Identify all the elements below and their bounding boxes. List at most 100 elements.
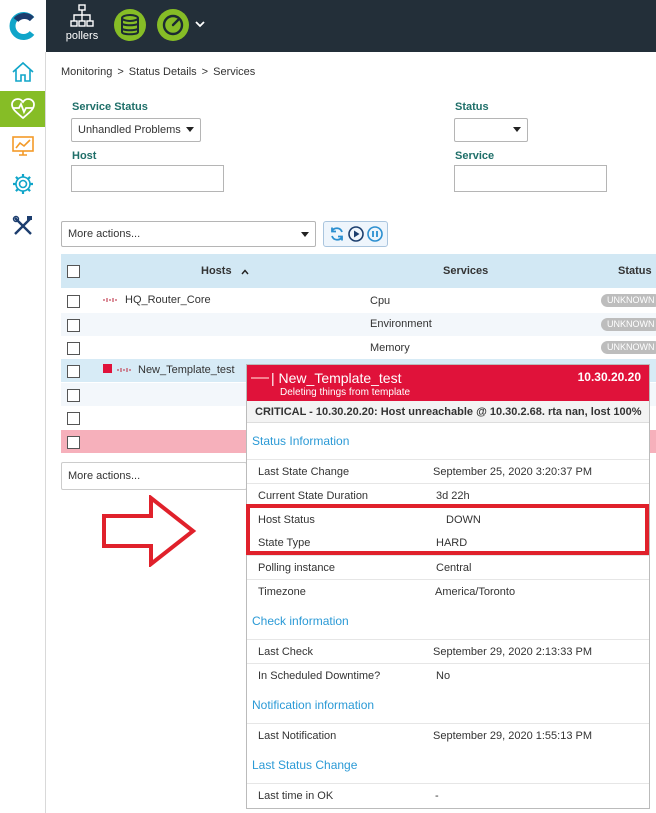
row-checkbox[interactable] [67,295,80,308]
field-label: Current State Duration [258,490,369,502]
section-notification-information: Notification information [252,698,375,712]
row-checkbox[interactable] [67,365,80,378]
sort-up-icon[interactable] [241,269,249,275]
table-row[interactable]: Memory UNKNOWN [61,336,656,359]
gear-icon [12,174,33,194]
popup-ip: 10.30.20.20 [577,370,641,384]
breadcrumb: Monitoring > Status Details > Services [61,66,255,78]
more-actions-select-bottom[interactable]: More actions... [61,462,247,490]
host-name[interactable]: HQ_Router_Core [125,294,211,306]
field-timezone: Timezone America/Toronto [247,579,649,604]
pollers-icon [70,4,94,27]
breadcrumb-item[interactable]: Monitoring [61,66,112,78]
service-filter-label: Service [455,150,495,162]
field-label: Polling instance [258,562,336,574]
host-details-popup: | New_Template_test Deleting things from… [246,364,650,809]
field-value: No [436,670,451,682]
sidebar-item-administration[interactable] [0,208,45,244]
host-down-indicator [103,364,112,373]
gauge-icon[interactable] [157,9,189,41]
field-label: Timezone [258,586,306,598]
popup-output-summary: CRITICAL - 10.30.20.20: Host unreachable… [247,401,649,423]
sidebar-item-configuration[interactable] [0,166,45,202]
arrow-right-icon [102,495,197,567]
field-last-time-ok: Last time in OK - [247,783,649,808]
field-label: Last Check [258,646,314,658]
more-actions-select-top[interactable]: More actions... [61,221,316,247]
select-all-checkbox[interactable] [67,265,80,278]
status-badge: UNKNOWN [601,341,656,354]
service-name[interactable]: Environment [370,318,432,330]
popup-subtitle: Deleting things from template [280,387,411,398]
row-checkbox[interactable] [67,436,80,449]
breadcrumb-separator: > [201,66,209,78]
hosts-column-header[interactable]: Hosts [201,265,232,277]
logo-icon [9,12,35,40]
centreon-logo[interactable] [0,0,46,52]
status-column-header[interactable]: Status [618,265,652,277]
field-value: September 25, 2020 3:20:37 PM [433,466,592,478]
field-label: Last time in OK [258,790,334,802]
refresh-controls [323,221,388,247]
more-actions-label: More actions... [68,228,141,240]
database-icon[interactable] [114,9,146,41]
table-row[interactable]: HQ_Router_Core Cpu UNKNOWN [61,289,656,312]
field-value: 3d 22h [436,490,470,502]
breadcrumb-item[interactable]: Status Details [129,66,197,78]
status-select[interactable] [454,118,528,142]
service-name[interactable]: Cpu [370,295,390,307]
row-checkbox[interactable] [67,319,80,332]
home-icon [11,61,34,82]
pollers-button[interactable]: pollers [62,4,102,48]
refresh-icon[interactable] [329,226,345,242]
highlight-box [246,504,649,555]
sidebar-item-reporting[interactable] [0,128,45,164]
cisco-icon [103,298,117,302]
more-actions-label: More actions... [68,470,141,482]
table-header: Hosts Services Status [61,254,656,288]
host-name[interactable]: New_Template_test [138,364,235,376]
field-value: - [435,790,439,802]
field-label: Last State Change [258,466,350,478]
row-checkbox[interactable] [67,342,80,355]
services-column-header[interactable]: Services [443,265,488,277]
service-input[interactable] [454,165,607,192]
pause-icon[interactable] [366,226,383,242]
breadcrumb-item[interactable]: Services [213,66,255,78]
service-status-select[interactable]: Unhandled Problems [71,118,201,142]
row-checkbox[interactable] [67,412,80,425]
play-icon[interactable] [347,226,364,242]
status-badge: UNKNOWN [601,294,656,307]
sidebar [0,52,46,813]
sidebar-item-monitoring[interactable] [0,91,45,127]
host-input[interactable] [71,165,224,192]
service-status-value: Unhandled Problems [78,124,181,136]
table-row[interactable]: Environment UNKNOWN [61,313,656,336]
field-label: In Scheduled Downtime? [258,670,381,682]
field-value: Central [436,562,472,574]
field-scheduled-downtime: In Scheduled Downtime? No [247,663,649,688]
sidebar-item-home[interactable] [0,54,45,90]
chevron-down-icon [513,127,521,132]
breadcrumb-separator: > [117,66,124,78]
service-status-label: Service Status [72,101,148,113]
field-polling-instance: Polling instance Central [247,555,649,580]
chevron-down-icon [301,232,309,237]
section-last-status-change: Last Status Change [252,758,358,772]
row-checkbox[interactable] [67,389,80,402]
status-filter-label: Status [455,101,489,113]
section-status-information: Status Information [252,434,350,448]
field-last-state-change: Last State Change September 25, 2020 3:2… [247,459,649,484]
section-check-information: Check information [252,614,349,628]
heartbeat-icon [10,98,35,120]
field-label: Last Notification [258,730,337,742]
cisco-icon [117,368,131,372]
field-last-notification: Last Notification September 29, 2020 1:5… [247,723,649,748]
service-name[interactable]: Memory [370,342,410,354]
status-badge: UNKNOWN [601,318,656,331]
popup-header: | New_Template_test Deleting things from… [247,365,649,401]
chevron-down-icon[interactable] [194,19,206,29]
popup-title: | New_Template_test [271,370,402,386]
field-last-check: Last Check September 29, 2020 2:13:33 PM [247,639,649,664]
field-value: September 29, 2020 2:13:33 PM [433,646,592,658]
